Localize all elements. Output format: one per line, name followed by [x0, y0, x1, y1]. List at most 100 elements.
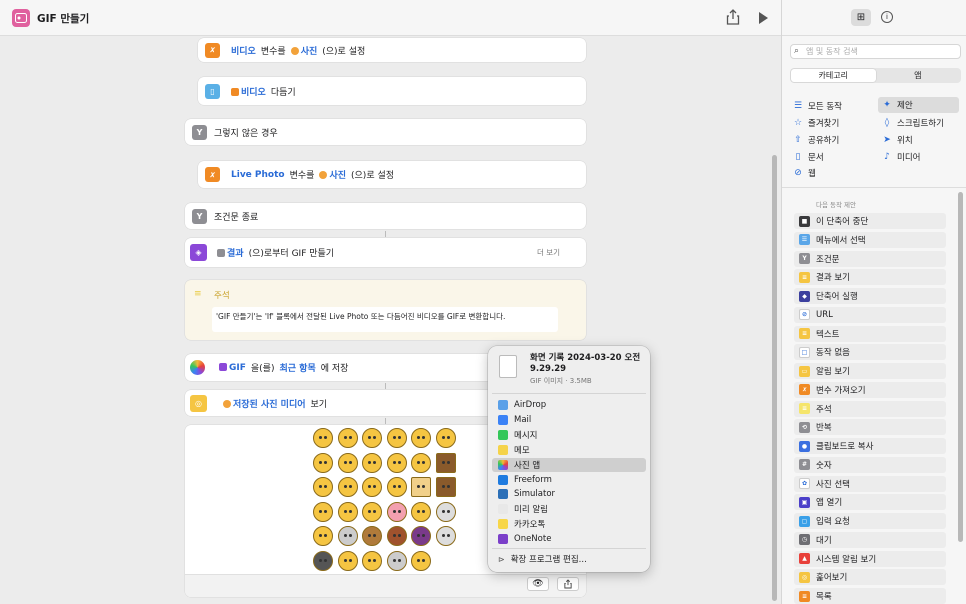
share-popover: 화면 기록 2024-03-20 오전 9.29.29 GIF 이미지 · 3.…: [488, 346, 650, 572]
action-icon: ▲: [799, 553, 810, 564]
category-favorites[interactable]: ☆ 즐겨찾기: [793, 117, 839, 129]
share-target-mail[interactable]: Mail: [492, 413, 646, 427]
token-saved-media[interactable]: 저장된 사진 미디어: [223, 397, 306, 410]
suggestion-label: 목록: [816, 592, 832, 602]
token-result[interactable]: 결과: [217, 246, 244, 259]
sticker-image: [435, 428, 456, 448]
token-photo[interactable]: 사진: [319, 168, 346, 181]
tab-apps[interactable]: 앱: [876, 69, 961, 82]
suggestion-item[interactable]: ☰ 메뉴에서 선택: [794, 231, 946, 248]
suggestion-item[interactable]: ◷ 대기: [794, 531, 946, 548]
suggestion-item[interactable]: ⊘ URL: [794, 306, 946, 323]
file-thumbnail: [499, 355, 517, 378]
show-more-link[interactable]: 더 보기: [537, 247, 560, 258]
suggestion-item[interactable]: ▣ 앱 열기: [794, 494, 946, 511]
music-icon: ♪: [884, 152, 890, 162]
share-target-reminders[interactable]: 미리 알림: [492, 502, 646, 516]
sticker-image: [337, 501, 358, 522]
suggestion-label: 결과 보기: [816, 273, 850, 284]
share-target-messages[interactable]: 메시지: [492, 428, 646, 442]
notes-icon: [498, 444, 508, 455]
suggestion-item[interactable]: ≡ 주석: [794, 400, 946, 417]
info-icon[interactable]: i: [881, 11, 893, 23]
search-input[interactable]: 앱 및 동작 검색: [790, 44, 961, 59]
action-trim-video[interactable]: ▯ 비디오 다듬기: [198, 77, 586, 105]
messages-icon: [498, 429, 508, 440]
suggestion-item[interactable]: ◎ 훑어보기: [794, 569, 946, 586]
action-set-variable-live[interactable]: 𝑥 Live Photo 변수를 사진 (으)로 설정: [198, 161, 586, 188]
suggestion-item[interactable]: Y 조건문: [794, 250, 946, 267]
token-recents[interactable]: 최근 항목: [279, 361, 315, 374]
suggestion-item[interactable]: ✿ 사진 선택: [794, 475, 946, 492]
action-icon: Y: [799, 253, 810, 264]
action-icon: #: [799, 459, 810, 471]
category-sharing[interactable]: ⇧ 공유하기: [793, 134, 839, 146]
share-target-notes[interactable]: 메모: [492, 443, 646, 457]
category-web[interactable]: ⊘ 웹: [793, 167, 816, 179]
share-target-simulator[interactable]: Simulator: [492, 487, 646, 501]
suggestion-item[interactable]: ≡ 목록: [794, 588, 946, 604]
sidebar-scrollbar[interactable]: [958, 192, 963, 542]
category-location[interactable]: ➤ 위치: [882, 134, 912, 146]
canvas-scrollbar[interactable]: [772, 155, 777, 601]
branch-icon: Y: [192, 208, 207, 224]
token-video[interactable]: 비디오: [231, 44, 256, 57]
eye-icon[interactable]: 👁: [527, 577, 549, 591]
tab-categories[interactable]: 카테고리: [791, 69, 876, 82]
variable-icon: [231, 87, 239, 96]
photos-icon: [498, 459, 508, 470]
token-gif[interactable]: GIF: [219, 362, 246, 373]
share-target-airdrop[interactable]: AirDrop: [492, 398, 646, 412]
category-suggestions[interactable]: ✦ 제안: [878, 97, 959, 113]
suggestion-item[interactable]: ▢ 입력 요청: [794, 513, 946, 529]
action-make-gif[interactable]: ◈ 결과 (으)로부터 GIF 만들기 더 보기: [185, 238, 586, 267]
file-title: 화면 기록 2024-03-20 오전 9.29.29: [530, 353, 641, 374]
token-photo[interactable]: 사진: [290, 44, 317, 57]
sparkle-icon: ✦: [883, 100, 891, 110]
edit-extensions[interactable]: ⊳ 확장 프로그램 편집...: [492, 552, 646, 566]
action-icon: ✿: [799, 478, 810, 489]
share-target-label: Mail: [514, 414, 532, 425]
share-target-label: Simulator: [514, 489, 556, 500]
library-icon[interactable]: ⊞: [851, 9, 871, 26]
suggestion-item[interactable]: 𝑥 변수 가져오기: [794, 381, 946, 398]
share-icon[interactable]: [557, 577, 579, 591]
share-target-onenote[interactable]: OneNote: [492, 532, 646, 546]
variable-icon: 𝑥: [205, 42, 220, 58]
suggestion-item[interactable]: # 숫자: [794, 456, 946, 473]
suggestion-item[interactable]: ≡ 텍스트: [794, 325, 946, 342]
action-icon: ◎: [799, 571, 810, 583]
sticker-image: [313, 526, 333, 546]
action-set-variable[interactable]: 𝑥 비디오 변수를 사진 (으)로 설정: [198, 38, 586, 62]
category-all[interactable]: ☰ 모든 동작: [793, 100, 842, 112]
category-documents[interactable]: ▯ 문서: [793, 151, 824, 163]
suggestion-item[interactable]: ▭ 알림 보기: [794, 363, 946, 379]
action-otherwise[interactable]: Y 그렇지 않은 경우: [185, 119, 586, 145]
token-live-photo[interactable]: Live Photo: [231, 170, 285, 180]
token-video[interactable]: 비디오: [231, 85, 266, 98]
suggestion-item[interactable]: ≡ 결과 보기: [794, 269, 946, 286]
action-end-if[interactable]: Y 조건문 종료: [185, 203, 586, 229]
share-target-photos[interactable]: 사진 앱: [492, 457, 646, 472]
variable-icon: 𝑥: [205, 167, 220, 182]
suggestion-label: 시스템 알림 보기: [816, 554, 877, 565]
run-icon[interactable]: [759, 12, 768, 24]
suggestion-item[interactable]: ▲ 시스템 알림 보기: [794, 550, 946, 567]
make-gif-icon: ◈: [190, 244, 207, 261]
category-media[interactable]: ♪ 미디어: [882, 151, 920, 163]
comment-text[interactable]: 'GIF 만들기'는 'If' 블록에서 전달된 Live Photo 또는 다…: [212, 307, 558, 332]
suggestion-item[interactable]: ◆ 단축어 실행: [794, 288, 946, 304]
suggestions-header: 다음 동작 제안: [816, 201, 857, 209]
suggestion-item[interactable]: □ 동작 없음: [794, 344, 946, 361]
action-icon: ◆: [799, 290, 810, 302]
suggestion-item[interactable]: ■ 이 단축어 중단: [794, 213, 946, 229]
comment-block[interactable]: ≡ 주석 'GIF 만들기'는 'If' 블록에서 전달된 Live Photo…: [185, 280, 586, 340]
suggestion-item[interactable]: ● 클립보드로 복사: [794, 438, 946, 454]
scripting-icon: ◊: [884, 118, 890, 128]
share-target-kakaotalk[interactable]: 카카오톡: [492, 517, 646, 531]
category-scripting[interactable]: ◊ 스크립트하기: [882, 117, 944, 129]
suggestion-item[interactable]: ⟲ 반복: [794, 419, 946, 436]
title-bar: GIF 만들기: [0, 0, 781, 36]
share-target-freeform[interactable]: Freeform: [492, 473, 646, 487]
share-icon[interactable]: [726, 9, 740, 25]
